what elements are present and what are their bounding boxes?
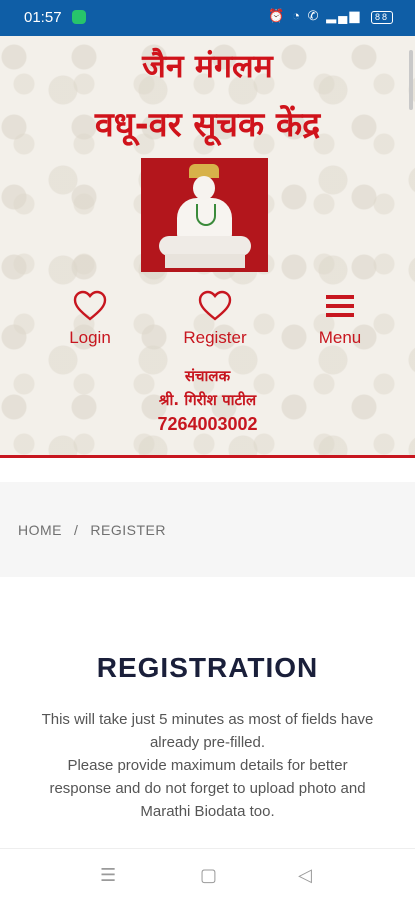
- site-title-line2: वधू-वर सूचक केंद्र: [94, 105, 321, 145]
- menu-button[interactable]: Menu: [290, 290, 390, 348]
- director-name: श्री. गिरीश पाटील: [158, 391, 257, 409]
- login-label: Login: [69, 328, 111, 347]
- site-title-line1: जैन मंगलम: [142, 47, 273, 85]
- status-icons: ⏰ ◔ ✆ ▂▄▆ 88: [268, 8, 393, 24]
- description-line: response and do not forget to upload pho…: [49, 780, 366, 797]
- breadcrumb-bar: HOME / REGISTER: [0, 482, 415, 577]
- jain-idol-image: [141, 158, 268, 272]
- description-line: already pre-filled.: [149, 734, 266, 751]
- login-button[interactable]: Login: [40, 290, 140, 348]
- registration-description: This will take just 5 minutes as most of…: [0, 708, 415, 823]
- status-bar: 01:57 ⏰ ◔ ✆ ▂▄▆ 88: [0, 0, 415, 36]
- director-label: संचालक: [184, 367, 231, 385]
- whatsapp-notification-icon: [72, 10, 86, 24]
- hamburger-menu-icon: [326, 295, 354, 317]
- header-divider: [0, 455, 415, 458]
- breadcrumb-current: REGISTER: [90, 522, 166, 538]
- wifi-icon: ◔: [292, 8, 302, 23]
- description-line: Please provide maximum details for bette…: [67, 757, 348, 774]
- description-line: This will take just 5 minutes as most of…: [41, 711, 374, 728]
- system-navigation-bar: ☰ ▢ ◁: [0, 848, 415, 901]
- back-icon[interactable]: ◁: [298, 865, 312, 886]
- page-title: REGISTRATION: [96, 652, 319, 683]
- alarm-icon: ⏰: [268, 8, 287, 23]
- breadcrumb: HOME / REGISTER: [18, 522, 166, 538]
- battery-icon: 88: [371, 11, 393, 24]
- director-phone[interactable]: 7264003002: [0, 414, 415, 435]
- home-icon[interactable]: ▢: [200, 865, 217, 886]
- signal-icon: ▂▄▆: [326, 8, 362, 23]
- recent-apps-icon[interactable]: ☰: [100, 865, 116, 886]
- description-line: Marathi Biodata too.: [140, 803, 275, 820]
- breadcrumb-separator: /: [74, 522, 79, 538]
- register-label: Register: [183, 328, 247, 347]
- menu-label: Menu: [318, 328, 362, 347]
- status-time: 01:57: [24, 9, 62, 26]
- breadcrumb-home[interactable]: HOME: [18, 522, 62, 538]
- heart-icon: [73, 290, 107, 321]
- register-button[interactable]: Register: [165, 290, 265, 348]
- heart-icon: [198, 290, 232, 321]
- call-icon: ✆: [307, 8, 321, 23]
